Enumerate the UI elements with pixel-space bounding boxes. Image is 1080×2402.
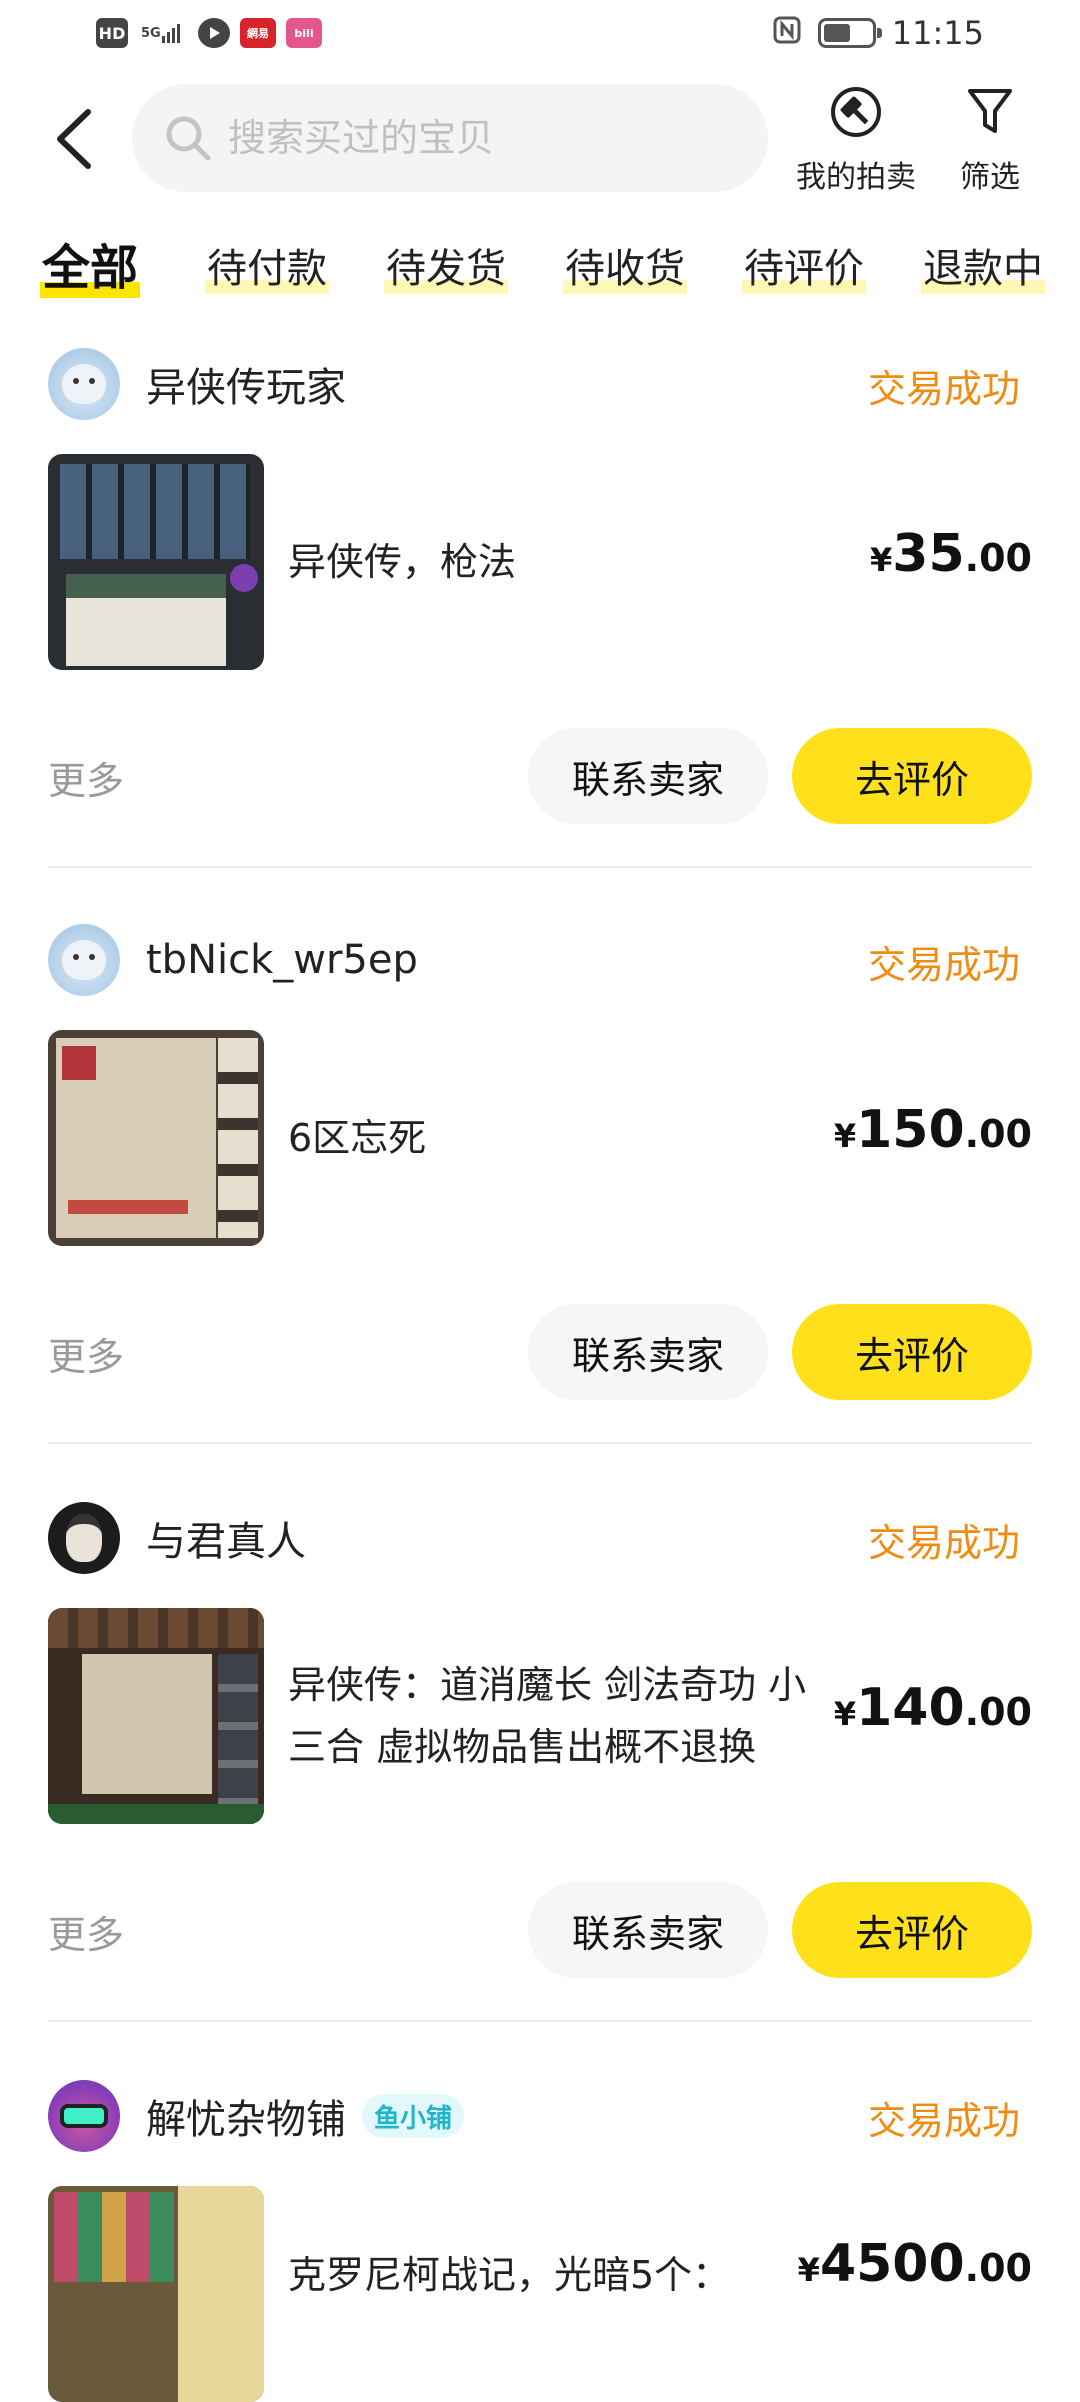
more-link[interactable]: 更多 [48, 750, 124, 805]
signal-bars-icon [161, 24, 180, 43]
contact-seller-button[interactable]: 联系卖家 [528, 1882, 768, 1978]
price-integer: 150 [856, 1100, 965, 1160]
avatar [48, 924, 120, 996]
netease-icon: 網易 [240, 18, 276, 48]
signal-label: 5G [141, 25, 161, 41]
avatar [48, 1502, 120, 1574]
avatar [48, 2080, 120, 2152]
seller-row[interactable]: 异侠传玩家 [48, 346, 346, 422]
header: 我的拍卖 筛选 [0, 80, 1080, 200]
divider [48, 2020, 1032, 2022]
order-actions: 更多 联系卖家 去评价 [48, 728, 1032, 824]
seller-row[interactable]: 与君真人 [48, 1500, 306, 1576]
price-decimal: .00 [964, 536, 1032, 580]
order-card: 解忧杂物铺 鱼小铺 交易成功 克罗尼柯战记，光暗5个： ¥4500.00 [0, 2078, 1080, 2402]
back-button[interactable] [44, 106, 104, 172]
item-thumbnail [48, 2186, 264, 2402]
back-arrow-icon [57, 109, 91, 169]
item-price: ¥4500.00 [798, 2234, 1032, 2294]
item-title: 异侠传：道消魔长 剑法奇功 小三合 虚拟物品售出概不退换 [288, 1608, 818, 1824]
item-thumbnail [48, 454, 264, 670]
item-title-text: 克罗尼柯战记，光暗5个： [288, 2253, 731, 2297]
filter-funnel-icon [960, 82, 1020, 142]
search-input[interactable] [228, 116, 748, 160]
item-price: ¥35.00 [870, 524, 1032, 584]
order-status: 交易成功 [867, 943, 1020, 987]
item-title-text: 6区忘死 [288, 1116, 427, 1160]
order-status: 交易成功 [867, 1521, 1020, 1565]
auction-hammer-icon [826, 82, 886, 142]
order-actions: 更多 联系卖家 去评价 [48, 1882, 1032, 1978]
divider [48, 1442, 1032, 1444]
price-currency: ¥ [833, 1695, 857, 1733]
price-decimal: .00 [964, 1690, 1032, 1734]
write-review-button[interactable]: 去评价 [792, 1304, 1032, 1400]
price-currency: ¥ [797, 2251, 820, 2289]
clock: 11:15 [891, 14, 984, 52]
item-title: 异侠传，枪法 [288, 454, 818, 670]
order-actions: 更多 联系卖家 去评价 [48, 1304, 1032, 1400]
item-title: 6区忘死 [288, 1030, 818, 1246]
play-icon [198, 18, 230, 48]
item-price: ¥140.00 [834, 1678, 1032, 1738]
battery-icon [817, 18, 882, 48]
tab-all[interactable]: 全部 [40, 228, 141, 298]
signal-icon: 5G [138, 18, 188, 48]
order-status: 交易成功 [867, 2099, 1020, 2143]
price-decimal: .00 [964, 1112, 1032, 1156]
item-title: 克罗尼柯战记，光暗5个： [288, 2244, 818, 2306]
item-thumbnail [48, 1608, 264, 1824]
item-row[interactable]: 克罗尼柯战记，光暗5个： ¥4500.00 [48, 2186, 1032, 2402]
more-link[interactable]: 更多 [48, 1904, 124, 1959]
write-review-button[interactable]: 去评价 [792, 728, 1032, 824]
search-icon [162, 112, 214, 164]
order-card: tbNick_wr5ep 交易成功 6区忘死 ¥150.00 更多 联系卖家 去… [0, 922, 1080, 1446]
item-title-text: 异侠传，枪法 [288, 540, 517, 584]
contact-seller-button[interactable]: 联系卖家 [528, 728, 768, 824]
order-card: 与君真人 交易成功 异侠传：道消魔长 剑法奇功 小三合 虚拟物品售出概不退换 ¥… [0, 1500, 1080, 2024]
filter-button[interactable]: 筛选 [960, 82, 1020, 196]
hd-icon: HD [96, 18, 128, 48]
search-box[interactable] [132, 84, 768, 192]
seller-name: 异侠传玩家 [146, 365, 346, 411]
contact-seller-button[interactable]: 联系卖家 [528, 1304, 768, 1400]
avatar [48, 348, 120, 420]
tab-pending-receipt[interactable]: 待收货 [563, 236, 687, 294]
price-integer: 35 [892, 524, 965, 584]
my-auction-button[interactable]: 我的拍卖 [796, 82, 916, 196]
item-row[interactable]: 异侠传：道消魔长 剑法奇功 小三合 虚拟物品售出概不退换 ¥140.00 [48, 1608, 1032, 1824]
status-bar: HD 5G 網易 bili 11:15 [0, 0, 1080, 72]
item-title-text: 异侠传：道消魔长 剑法奇功 小三合 虚拟物品售出概不退换 [288, 1663, 807, 1769]
item-row[interactable]: 6区忘死 ¥150.00 [48, 1030, 1032, 1246]
shop-badge: 鱼小铺 [362, 2094, 465, 2138]
filter-label: 筛选 [960, 160, 1020, 195]
tab-pending-shipment[interactable]: 待发货 [384, 236, 508, 294]
price-decimal: .00 [964, 2246, 1032, 2290]
write-review-button[interactable]: 去评价 [792, 1882, 1032, 1978]
bilibili-icon: bili [286, 18, 322, 48]
price-integer: 4500 [819, 2234, 965, 2294]
my-auction-label: 我的拍卖 [796, 160, 916, 195]
item-price: ¥150.00 [834, 1100, 1032, 1160]
tab-refunding[interactable]: 退款中 [921, 236, 1045, 294]
seller-name: 与君真人 [146, 1519, 306, 1565]
seller-name: tbNick_wr5ep [146, 937, 418, 983]
order-status: 交易成功 [867, 367, 1020, 411]
price-integer: 140 [856, 1678, 965, 1738]
item-thumbnail [48, 1030, 264, 1246]
nfc-icon [772, 15, 802, 51]
tab-pending-payment[interactable]: 待付款 [205, 236, 329, 294]
divider [48, 866, 1032, 868]
seller-name: 解忧杂物铺 [146, 2097, 346, 2143]
order-tabs: 全部 待付款 待发货 待收货 待评价 退款中 [0, 228, 1080, 308]
order-card: 异侠传玩家 交易成功 异侠传，枪法 ¥35.00 更多 联系卖家 去评价 [0, 346, 1080, 870]
price-currency: ¥ [833, 1117, 857, 1155]
more-link[interactable]: 更多 [48, 1326, 124, 1381]
seller-row[interactable]: tbNick_wr5ep [48, 922, 418, 998]
price-currency: ¥ [870, 541, 893, 579]
seller-row[interactable]: 解忧杂物铺 鱼小铺 [48, 2078, 465, 2154]
tab-pending-review[interactable]: 待评价 [742, 236, 866, 294]
item-row[interactable]: 异侠传，枪法 ¥35.00 [48, 454, 1032, 670]
shop-badge-label: 鱼小铺 [374, 2103, 453, 2134]
